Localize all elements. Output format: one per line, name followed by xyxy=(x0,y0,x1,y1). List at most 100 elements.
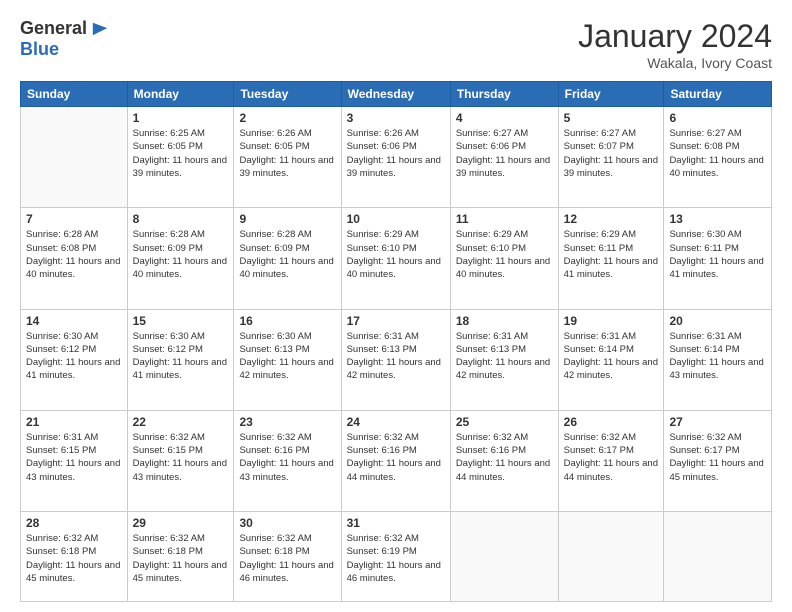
day-info: Sunrise: 6:31 AMSunset: 6:15 PMDaylight:… xyxy=(26,431,122,484)
day-number: 25 xyxy=(456,415,553,429)
day-number: 13 xyxy=(669,212,766,226)
day-header-saturday: Saturday xyxy=(664,82,772,107)
day-info: Sunrise: 6:32 AMSunset: 6:18 PMDaylight:… xyxy=(239,532,335,585)
day-number: 24 xyxy=(347,415,445,429)
day-info: Sunrise: 6:27 AMSunset: 6:08 PMDaylight:… xyxy=(669,127,766,180)
day-info: Sunrise: 6:32 AMSunset: 6:17 PMDaylight:… xyxy=(669,431,766,484)
day-number: 19 xyxy=(564,314,659,328)
day-number: 26 xyxy=(564,415,659,429)
day-info: Sunrise: 6:32 AMSunset: 6:15 PMDaylight:… xyxy=(133,431,229,484)
logo-general-text: General xyxy=(20,18,87,39)
calendar-header-row: SundayMondayTuesdayWednesdayThursdayFrid… xyxy=(21,82,772,107)
day-info: Sunrise: 6:32 AMSunset: 6:19 PMDaylight:… xyxy=(347,532,445,585)
location-text: Wakala, Ivory Coast xyxy=(578,55,772,71)
day-info: Sunrise: 6:32 AMSunset: 6:16 PMDaylight:… xyxy=(456,431,553,484)
day-info: Sunrise: 6:30 AMSunset: 6:12 PMDaylight:… xyxy=(26,330,122,383)
day-number: 6 xyxy=(669,111,766,125)
week-row-5: 28 Sunrise: 6:32 AMSunset: 6:18 PMDayligh… xyxy=(21,512,772,602)
day-number: 22 xyxy=(133,415,229,429)
day-info: Sunrise: 6:26 AMSunset: 6:06 PMDaylight:… xyxy=(347,127,445,180)
day-info: Sunrise: 6:31 AMSunset: 6:13 PMDaylight:… xyxy=(347,330,445,383)
day-number: 17 xyxy=(347,314,445,328)
day-info: Sunrise: 6:26 AMSunset: 6:05 PMDaylight:… xyxy=(239,127,335,180)
calendar-cell: 31Sunrise: 6:32 AMSunset: 6:19 PMDayligh… xyxy=(341,512,450,602)
calendar-cell: 24 Sunrise: 6:32 AMSunset: 6:16 PMDayligh… xyxy=(341,410,450,511)
day-number: 3 xyxy=(347,111,445,125)
calendar-cell xyxy=(664,512,772,602)
calendar-cell: 27 Sunrise: 6:32 AMSunset: 6:17 PMDayligh… xyxy=(664,410,772,511)
calendar-cell: 28 Sunrise: 6:32 AMSunset: 6:18 PMDayligh… xyxy=(21,512,128,602)
calendar-cell: 3 Sunrise: 6:26 AMSunset: 6:06 PMDaylight… xyxy=(341,107,450,208)
day-number: 27 xyxy=(669,415,766,429)
calendar-cell: 25 Sunrise: 6:32 AMSunset: 6:16 PMDayligh… xyxy=(450,410,558,511)
day-info: Sunrise: 6:27 AMSunset: 6:07 PMDaylight:… xyxy=(564,127,659,180)
calendar-cell: 30 Sunrise: 6:32 AMSunset: 6:18 PMDayligh… xyxy=(234,512,341,602)
week-row-4: 21 Sunrise: 6:31 AMSunset: 6:15 PMDayligh… xyxy=(21,410,772,511)
day-info: Sunrise: 6:30 AMSunset: 6:12 PMDaylight:… xyxy=(133,330,229,383)
calendar-cell: 23 Sunrise: 6:32 AMSunset: 6:16 PMDayligh… xyxy=(234,410,341,511)
calendar-cell: 18 Sunrise: 6:31 AMSunset: 6:13 PMDayligh… xyxy=(450,309,558,410)
calendar-cell: 16 Sunrise: 6:30 AMSunset: 6:13 PMDayligh… xyxy=(234,309,341,410)
logo-blue-text: Blue xyxy=(20,39,59,60)
calendar-cell: 8 Sunrise: 6:28 AMSunset: 6:09 PMDaylight… xyxy=(127,208,234,309)
day-info: Sunrise: 6:30 AMSunset: 6:13 PMDaylight:… xyxy=(239,330,335,383)
calendar-cell: 9Sunrise: 6:28 AMSunset: 6:09 PMDaylight… xyxy=(234,208,341,309)
day-number: 9 xyxy=(239,212,335,226)
calendar-cell: 22 Sunrise: 6:32 AMSunset: 6:15 PMDayligh… xyxy=(127,410,234,511)
day-header-wednesday: Wednesday xyxy=(341,82,450,107)
day-number: 20 xyxy=(669,314,766,328)
day-number: 8 xyxy=(133,212,229,226)
header: General Blue January 2024 Wakala, Ivory … xyxy=(20,18,772,71)
month-title: January 2024 xyxy=(578,18,772,55)
day-number: 21 xyxy=(26,415,122,429)
calendar-cell: 10Sunrise: 6:29 AMSunset: 6:10 PMDayligh… xyxy=(341,208,450,309)
day-info: Sunrise: 6:31 AMSunset: 6:14 PMDaylight:… xyxy=(669,330,766,383)
calendar-cell: 21 Sunrise: 6:31 AMSunset: 6:15 PMDayligh… xyxy=(21,410,128,511)
day-number: 12 xyxy=(564,212,659,226)
calendar-cell: 15 Sunrise: 6:30 AMSunset: 6:12 PMDayligh… xyxy=(127,309,234,410)
day-info: Sunrise: 6:29 AMSunset: 6:10 PMDaylight:… xyxy=(456,228,553,281)
day-number: 5 xyxy=(564,111,659,125)
day-number: 2 xyxy=(239,111,335,125)
week-row-3: 14 Sunrise: 6:30 AMSunset: 6:12 PMDayligh… xyxy=(21,309,772,410)
day-info: Sunrise: 6:32 AMSunset: 6:18 PMDaylight:… xyxy=(26,532,122,585)
day-number: 28 xyxy=(26,516,122,530)
day-info: Sunrise: 6:32 AMSunset: 6:17 PMDaylight:… xyxy=(564,431,659,484)
day-number: 7 xyxy=(26,212,122,226)
calendar-cell: 13Sunrise: 6:30 AMSunset: 6:11 PMDayligh… xyxy=(664,208,772,309)
day-number: 16 xyxy=(239,314,335,328)
day-number: 11 xyxy=(456,212,553,226)
day-header-thursday: Thursday xyxy=(450,82,558,107)
calendar-cell: 4Sunrise: 6:27 AMSunset: 6:06 PMDaylight… xyxy=(450,107,558,208)
calendar-cell xyxy=(558,512,664,602)
calendar-cell: 14 Sunrise: 6:30 AMSunset: 6:12 PMDayligh… xyxy=(21,309,128,410)
day-number: 15 xyxy=(133,314,229,328)
day-info: Sunrise: 6:25 AMSunset: 6:05 PMDaylight:… xyxy=(133,127,229,180)
day-number: 10 xyxy=(347,212,445,226)
day-number: 18 xyxy=(456,314,553,328)
day-info: Sunrise: 6:28 AMSunset: 6:08 PMDaylight:… xyxy=(26,228,122,281)
day-info: Sunrise: 6:32 AMSunset: 6:18 PMDaylight:… xyxy=(133,532,229,585)
logo-flag-icon xyxy=(91,20,109,38)
calendar-cell xyxy=(450,512,558,602)
calendar-cell: 12Sunrise: 6:29 AMSunset: 6:11 PMDayligh… xyxy=(558,208,664,309)
calendar-cell: 26 Sunrise: 6:32 AMSunset: 6:17 PMDayligh… xyxy=(558,410,664,511)
week-row-2: 7 Sunrise: 6:28 AMSunset: 6:08 PMDaylight… xyxy=(21,208,772,309)
day-number: 30 xyxy=(239,516,335,530)
calendar-cell xyxy=(21,107,128,208)
day-info: Sunrise: 6:32 AMSunset: 6:16 PMDaylight:… xyxy=(347,431,445,484)
day-header-monday: Monday xyxy=(127,82,234,107)
day-number: 29 xyxy=(133,516,229,530)
day-info: Sunrise: 6:31 AMSunset: 6:13 PMDaylight:… xyxy=(456,330,553,383)
logo: General Blue xyxy=(20,18,109,60)
day-info: Sunrise: 6:32 AMSunset: 6:16 PMDaylight:… xyxy=(239,431,335,484)
day-header-tuesday: Tuesday xyxy=(234,82,341,107)
day-number: 14 xyxy=(26,314,122,328)
day-header-friday: Friday xyxy=(558,82,664,107)
day-number: 23 xyxy=(239,415,335,429)
day-number: 1 xyxy=(133,111,229,125)
calendar-cell: 2 Sunrise: 6:26 AMSunset: 6:05 PMDaylight… xyxy=(234,107,341,208)
title-block: January 2024 Wakala, Ivory Coast xyxy=(578,18,772,71)
calendar-cell: 7 Sunrise: 6:28 AMSunset: 6:08 PMDaylight… xyxy=(21,208,128,309)
day-info: Sunrise: 6:28 AMSunset: 6:09 PMDaylight:… xyxy=(133,228,229,281)
